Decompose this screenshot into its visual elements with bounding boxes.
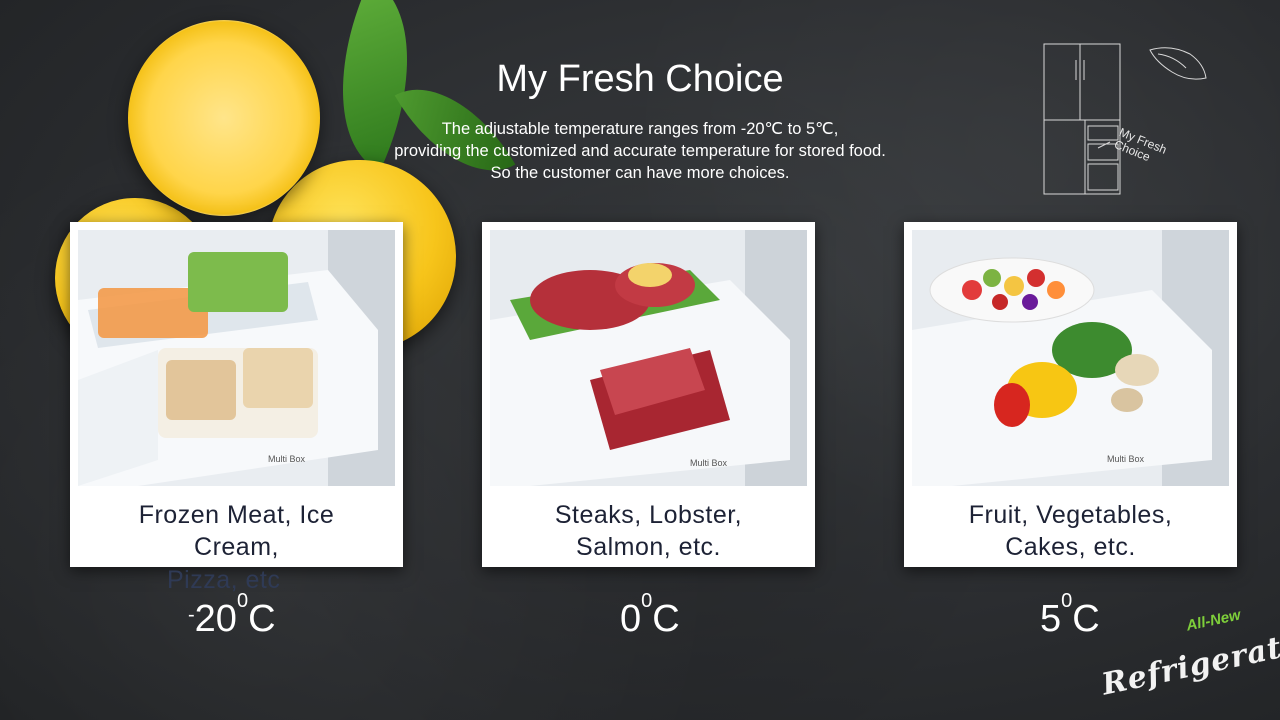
caption-line: Steaks, Lobster, xyxy=(554,501,743,529)
card-caption: Fruit, Vegetables, Cakes, etc. xyxy=(914,499,1227,563)
temperature-frozen: -200C xyxy=(188,590,276,641)
temperature-value: 5 xyxy=(1040,598,1062,640)
degree-mark: 0 xyxy=(1061,590,1073,612)
fruit-drawer-photo: Multi Box xyxy=(912,230,1229,486)
zero-zone-card: Multi Box Steaks, Lobster, Salmon, etc. xyxy=(482,222,815,567)
box-label: Multi Box xyxy=(690,458,728,468)
frozen-drawer-photo: Multi Box xyxy=(78,230,395,486)
temperature-value: 0 xyxy=(620,598,642,640)
temperature-unit: C xyxy=(652,598,680,640)
degree-mark: 0 xyxy=(236,590,249,612)
temperature-sign: - xyxy=(188,604,195,626)
card-caption: Frozen Meat, Ice Cream, xyxy=(80,499,393,563)
five-degree-zone-card: Multi Box Fruit, Vegetables, Cakes, etc. xyxy=(904,222,1237,567)
caption-line: Salmon, etc. xyxy=(576,533,721,561)
card-caption: Steaks, Lobster, Salmon, etc. xyxy=(492,499,805,563)
temperature-zero: 00C xyxy=(620,590,680,641)
fridge-sketch-icon xyxy=(1043,43,1207,195)
frozen-zone-card: Multi Box Frozen Meat, Ice Cream, xyxy=(70,222,403,567)
page-subtitle: The adjustable temperature ranges from -… xyxy=(340,118,940,184)
caption-line: Cakes, etc. xyxy=(1005,533,1136,561)
subtitle-line: The adjustable temperature ranges from -… xyxy=(441,120,839,138)
box-label: Multi Box xyxy=(268,454,306,464)
lemon-half-image xyxy=(128,20,320,216)
temperature-five: 50C xyxy=(1040,590,1100,641)
caption-overflow-text: Pizza, etc xyxy=(167,566,281,594)
subtitle-line: providing the customized and accurate te… xyxy=(394,142,886,160)
degree-mark: 0 xyxy=(641,590,653,612)
meat-drawer-photo: Multi Box xyxy=(490,230,807,486)
caption-line: Cream, xyxy=(194,533,279,561)
temperature-unit: C xyxy=(1072,598,1100,640)
caption-line: Fruit, Vegetables, xyxy=(968,501,1173,529)
subtitle-line: So the customer can have more choices. xyxy=(490,164,790,182)
temperature-value: 20 xyxy=(194,598,237,640)
box-label: Multi Box xyxy=(1107,454,1145,464)
temperature-unit: C xyxy=(248,598,276,640)
caption-line: Frozen Meat, Ice xyxy=(138,501,335,529)
